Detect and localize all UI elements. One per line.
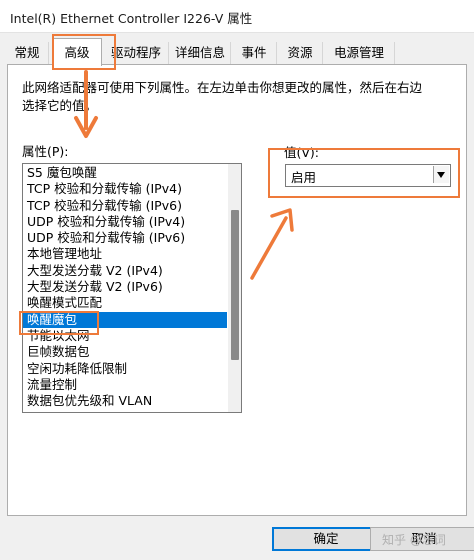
watermark: 知乎 @忘词 — [382, 533, 446, 547]
arrow-up-right-icon — [250, 208, 294, 280]
arrow-down-icon — [74, 70, 98, 138]
annotation-arrows — [74, 70, 294, 280]
